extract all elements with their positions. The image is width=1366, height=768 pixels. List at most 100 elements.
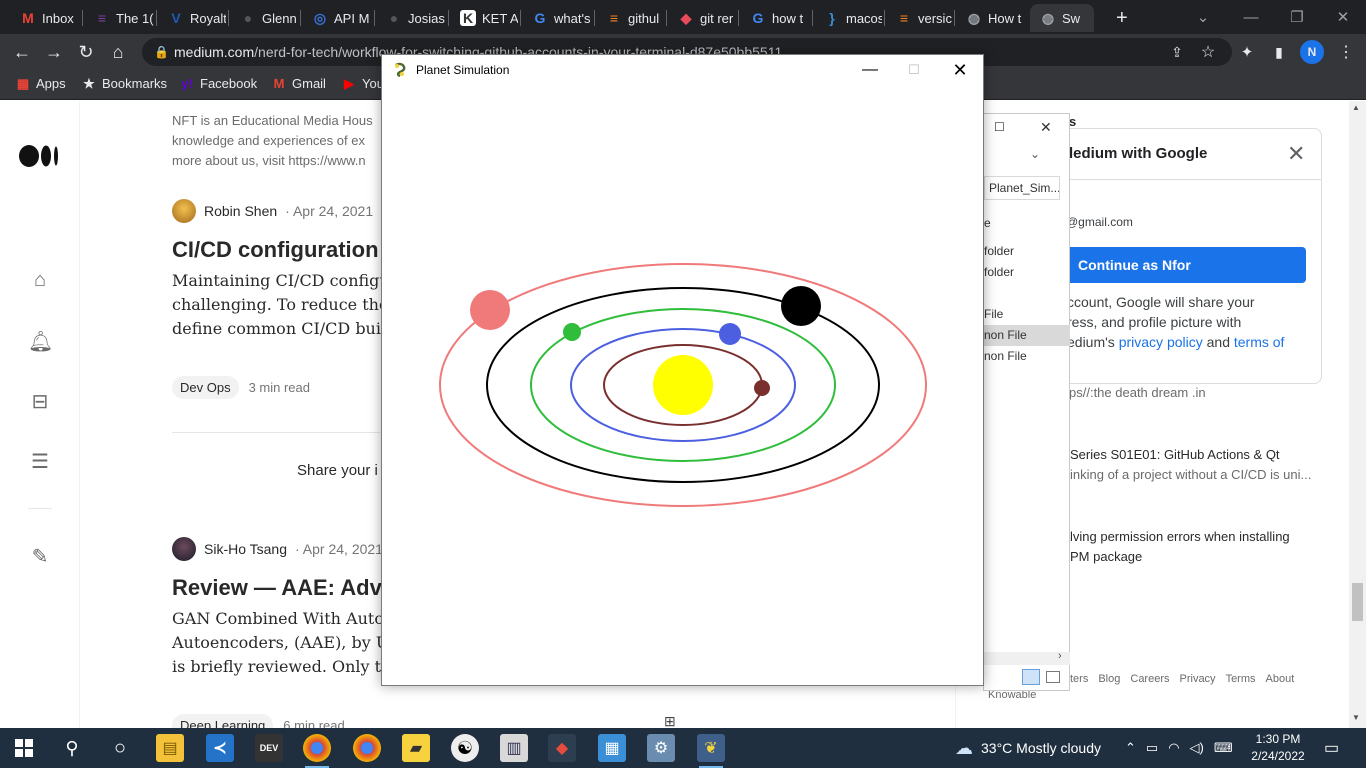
browser-tab[interactable]: M Inbox (10, 4, 80, 32)
side-panel-icon[interactable]: ▮ (1267, 40, 1291, 64)
cortana-icon[interactable]: ○ (106, 734, 134, 762)
new-tab-button[interactable]: + (1106, 4, 1132, 32)
article-headline[interactable]: Review — AAE: Adve (172, 575, 394, 601)
window-titlebar[interactable]: Planet Simulation — ☐ ✕ (382, 55, 983, 85)
account-email[interactable]: @gmail.com (1066, 215, 1133, 229)
minimize-icon[interactable]: — (847, 55, 893, 85)
wifi-icon[interactable]: ◠ (1168, 740, 1179, 756)
battery-icon[interactable]: ▭ (1146, 740, 1158, 756)
tag-pill[interactable]: Deep Learning (172, 714, 274, 728)
scrollbar-thumb[interactable] (1352, 583, 1363, 621)
close-explorer-icon[interactable]: ✕ (1040, 119, 1052, 136)
file-item[interactable]: e (984, 213, 1070, 234)
profile-avatar[interactable]: N (1300, 40, 1324, 64)
browser-tab[interactable]: } macos (814, 4, 882, 32)
git-tool-icon[interactable]: ◆ (548, 734, 576, 762)
share-prompt[interactable]: Share your i (297, 462, 378, 479)
maximize-icon[interactable]: ☐ (891, 55, 937, 85)
author-name[interactable]: Robin Shen (204, 203, 277, 219)
control-panel-icon[interactable]: ▦ (598, 734, 626, 762)
scroll-right-icon[interactable]: › (1058, 650, 1062, 662)
weather-widget[interactable]: ☁ 33°C Mostly cloudy (955, 728, 1101, 768)
browser-tab[interactable]: ● Josias (376, 4, 446, 32)
write-icon[interactable]: ✎ (28, 544, 52, 568)
file-item[interactable]: folder (984, 262, 1070, 283)
footer-link[interactable]: Terms (1226, 673, 1256, 685)
restore-browser-button[interactable]: ❐ (1274, 0, 1320, 34)
home-icon[interactable]: ⌂ (28, 269, 52, 293)
terms-link[interactable]: terms of (1234, 334, 1285, 350)
page-scrollbar[interactable]: ▲ ▼ (1349, 101, 1366, 728)
file-item-selected[interactable]: non File (984, 325, 1070, 346)
extensions-puzzle-icon[interactable]: ✦ (1235, 40, 1259, 64)
bookmark-item[interactable]: ▶ You (342, 76, 384, 92)
continue-button[interactable]: Continue as Nfor (1063, 247, 1306, 283)
back-arrow-icon[interactable]: ← (10, 40, 34, 64)
horizontal-scrollbar[interactable]: › (984, 650, 1070, 665)
footer-link[interactable]: About (1266, 673, 1295, 685)
profile-link[interactable]: ps//:the death dream .in (1069, 385, 1206, 400)
chevron-down-icon[interactable]: ⌄ (1030, 147, 1040, 161)
file-item[interactable]: File (984, 304, 1070, 325)
forward-arrow-icon[interactable]: → (42, 40, 66, 64)
tab-search-chevron-icon[interactable]: ⌄ (1180, 0, 1226, 34)
footer-link[interactable]: ters (1070, 673, 1088, 685)
bookmark-item[interactable]: M Gmail (272, 76, 326, 91)
bookmark-icon[interactable]: ⊟ (28, 389, 52, 413)
share-icon[interactable]: ⇪ (1165, 40, 1189, 64)
avatar[interactable] (172, 199, 196, 223)
close-icon[interactable]: ✕ (937, 55, 983, 85)
python-file-icon[interactable]: ▥ (500, 734, 528, 762)
menu-kebab-icon[interactable]: ⋮ (1334, 40, 1358, 64)
footer-link[interactable]: Blog (1098, 673, 1120, 685)
bookmark-star-icon[interactable]: ☆ (1196, 40, 1220, 64)
file-item[interactable]: folder (984, 241, 1070, 262)
reload-icon[interactable]: ↻ (74, 40, 98, 64)
pygame-window-icon[interactable]: ❦ (697, 734, 725, 768)
browser-tab[interactable]: ◆ git rer (668, 4, 736, 32)
close-browser-button[interactable]: ✕ (1320, 0, 1366, 34)
chrome-icon[interactable] (353, 734, 381, 762)
browser-tab[interactable]: Ghow t (740, 4, 810, 32)
browser-tab[interactable]: ≡ The 1( (84, 4, 154, 32)
file-item[interactable]: non File (984, 346, 1070, 367)
article-headline[interactable]: CI/CD configuration f (172, 237, 392, 263)
minimize-browser-button[interactable]: — (1228, 0, 1274, 34)
close-tab-icon[interactable]: ✕ (1092, 9, 1094, 27)
yin-yang-icon[interactable]: ☯ (451, 734, 479, 762)
bookmark-item[interactable]: y! Facebook (180, 76, 257, 91)
browser-tab[interactable]: Gwhat's (522, 4, 592, 32)
browser-tab[interactable]: V Royalt (158, 4, 226, 32)
maximize-explorer-icon[interactable]: ☐ (994, 120, 1005, 134)
large-icons-view-icon[interactable] (1046, 671, 1060, 683)
scroll-down-icon[interactable]: ▼ (1352, 713, 1360, 722)
volume-icon[interactable]: ◁) (1190, 740, 1204, 756)
tray-chevron-icon[interactable]: ⌃ (1125, 740, 1136, 756)
privacy-policy-link[interactable]: privacy policy (1119, 334, 1203, 350)
windows-start-icon[interactable] (10, 734, 38, 762)
python-idle-icon[interactable]: ⚙ (647, 734, 675, 762)
file-explorer-icon[interactable]: ▤ (156, 734, 184, 762)
bell-icon[interactable]: 🔔︎ (28, 329, 53, 353)
browser-tab[interactable]: ● Glenn (230, 4, 298, 32)
notification-icon[interactable]: ▭ (1324, 728, 1339, 768)
browser-tab[interactable]: ◍ Sw ✕ (1030, 4, 1094, 32)
search-input[interactable]: Planet_Sim... (984, 176, 1060, 200)
clock[interactable]: 1:30 PM 2/24/2022 (1248, 728, 1308, 768)
sticky-notes-icon[interactable]: ▰ (402, 734, 430, 762)
vscode-icon[interactable]: ≺ (206, 734, 234, 762)
details-view-icon[interactable] (1022, 669, 1040, 685)
save-story-icon[interactable]: ⊞ (664, 713, 676, 728)
scroll-up-icon[interactable]: ▲ (1352, 103, 1360, 112)
browser-tab[interactable]: ◎ API M (302, 4, 372, 32)
recommended-title[interactable]: Series S01E01: GitHub Actions & Qt (1070, 447, 1280, 462)
stories-icon[interactable]: ☰ (28, 449, 52, 473)
avatar[interactable] (172, 537, 196, 561)
home-icon[interactable]: ⌂ (106, 40, 130, 64)
browser-tab[interactable]: ≡ versic (886, 4, 952, 32)
close-icon[interactable]: ✕ (1287, 141, 1305, 167)
footer-link[interactable]: Careers (1130, 673, 1169, 685)
bookmark-item[interactable]: ★ Bookmarks (82, 76, 167, 92)
keyboard-icon[interactable]: ⌨ (1214, 740, 1233, 756)
devcpp-icon[interactable]: DEV (255, 734, 283, 762)
